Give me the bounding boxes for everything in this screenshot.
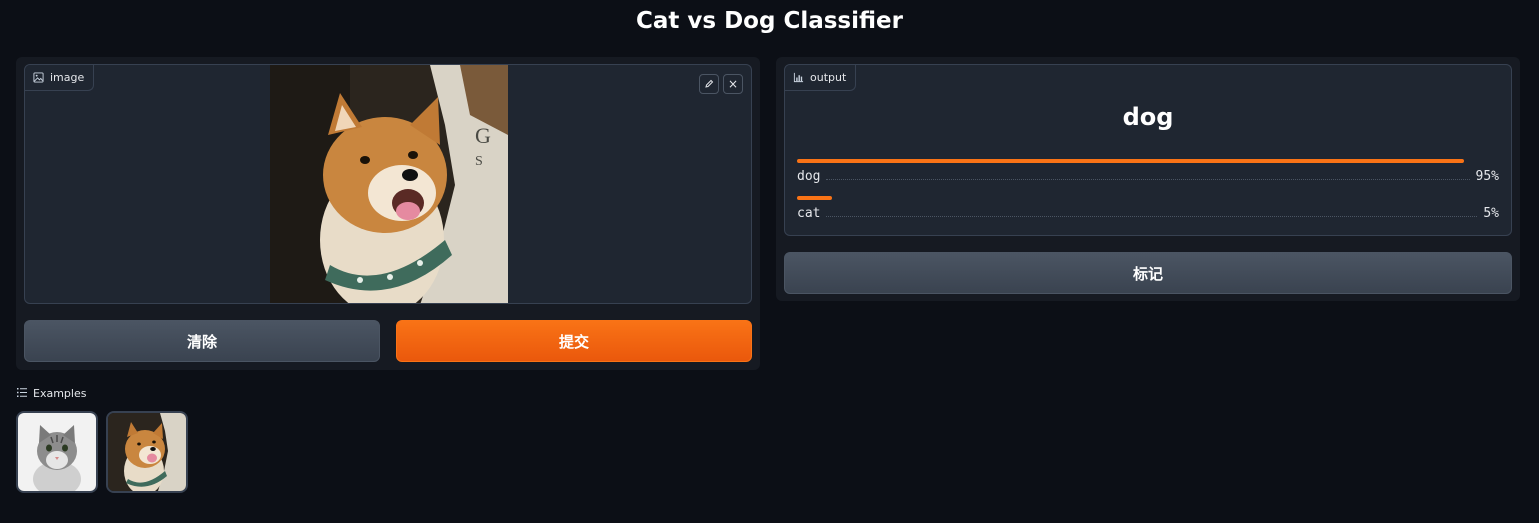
svg-text:S: S (475, 154, 483, 169)
predicted-label: dog (1122, 103, 1174, 131)
confidence-row: dog 95% (797, 159, 1499, 184)
confidence-bar (797, 159, 1464, 163)
image-label-text: image (50, 71, 85, 84)
output-label-box: output dog dog 95% cat 5% (784, 64, 1512, 236)
image-label-tab: image (25, 65, 95, 91)
close-icon[interactable]: × (723, 74, 743, 94)
examples-header: Examples (17, 387, 86, 400)
page-title: Cat vs Dog Classifier (636, 8, 903, 34)
uploaded-dog-image: G S (270, 65, 508, 303)
svg-text:G: G (475, 123, 491, 148)
clear-button[interactable]: 清除 (24, 320, 380, 362)
submit-button[interactable]: 提交 (396, 320, 752, 362)
examples-title: Examples (33, 387, 87, 400)
confidence-row: cat 5% (797, 196, 1499, 221)
image-icon (33, 72, 44, 83)
bar-chart-icon (793, 72, 804, 83)
confidence-label: cat (797, 206, 821, 221)
confidence-bar (797, 196, 833, 200)
list-icon (17, 387, 27, 400)
pencil-icon[interactable] (699, 74, 719, 94)
example-thumbnail-dog[interactable] (106, 411, 188, 493)
output-label-text: output (810, 71, 847, 84)
flag-button[interactable]: 标记 (784, 252, 1512, 294)
confidence-label: dog (797, 169, 821, 184)
confidence-value: 95% (1475, 169, 1499, 184)
output-label-tab: output (785, 65, 857, 91)
confidence-value: 5% (1483, 206, 1499, 221)
example-thumbnail-cat[interactable] (16, 411, 98, 493)
image-input[interactable]: image × G S (24, 64, 752, 304)
